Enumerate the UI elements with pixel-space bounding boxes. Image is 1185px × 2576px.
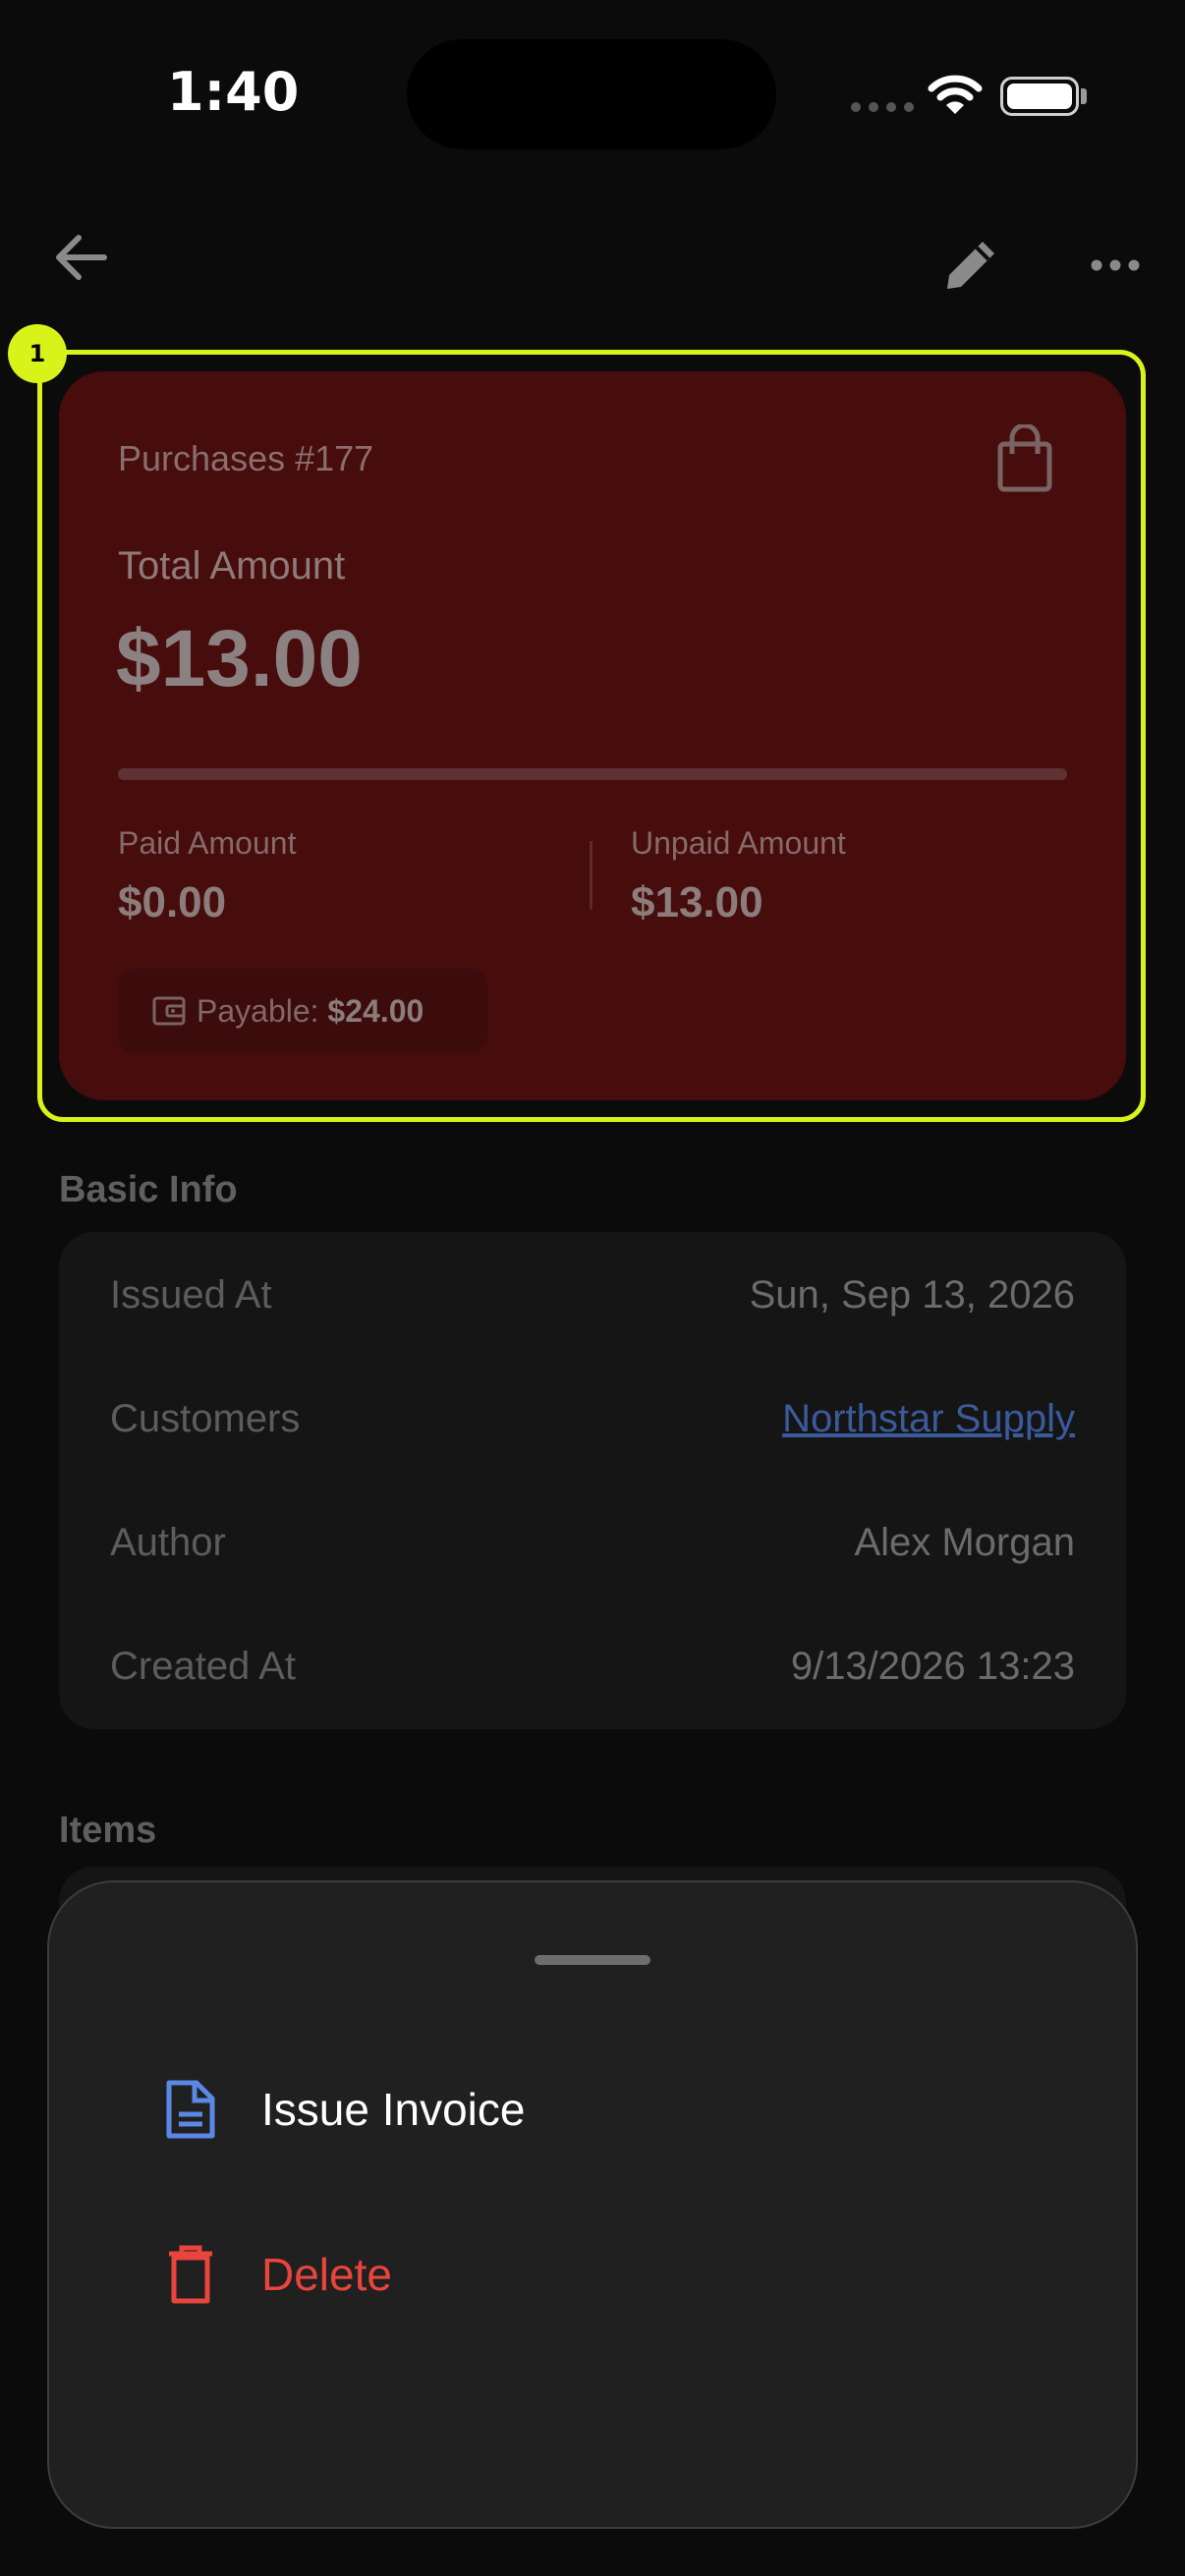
issue-invoice-action[interactable]: Issue Invoice xyxy=(165,2055,525,2163)
issue-invoice-label: Issue Invoice xyxy=(261,2084,526,2135)
status-time: 1:40 xyxy=(167,61,300,123)
more-horizontal-icon[interactable] xyxy=(1091,259,1140,271)
trash-icon xyxy=(169,2245,212,2304)
created-at-label: Created At xyxy=(110,1645,297,1688)
highlight-box xyxy=(37,350,1146,1122)
customer-link[interactable]: Northstar Supply xyxy=(782,1397,1075,1441)
issued-at-value: Sun, Sep 13, 2026 xyxy=(749,1273,1075,1316)
delete-label: Delete xyxy=(261,2249,392,2300)
issued-at-label: Issued At xyxy=(110,1273,272,1316)
items-title: Items xyxy=(59,1810,157,1851)
battery-icon xyxy=(1000,77,1079,116)
customers-label: Customers xyxy=(110,1397,301,1440)
battery-cap xyxy=(1081,88,1087,104)
pencil-icon[interactable] xyxy=(941,234,1002,295)
author-value: Alex Morgan xyxy=(854,1521,1075,1564)
document-icon xyxy=(166,2080,215,2139)
created-at-value: 9/13/2026 13:23 xyxy=(790,1645,1075,1688)
annotation-badge: 1 xyxy=(8,324,67,383)
basic-info-title: Basic Info xyxy=(59,1169,238,1210)
author-label: Author xyxy=(110,1521,226,1564)
dynamic-island xyxy=(407,39,776,149)
delete-action[interactable]: Delete xyxy=(165,2220,392,2328)
sheet-drag-handle[interactable] xyxy=(535,1955,650,1965)
back-arrow-icon[interactable] xyxy=(55,234,108,281)
cellular-signal-icon xyxy=(851,102,914,112)
wifi-icon xyxy=(928,75,983,114)
action-bottom-sheet xyxy=(47,1880,1138,2529)
